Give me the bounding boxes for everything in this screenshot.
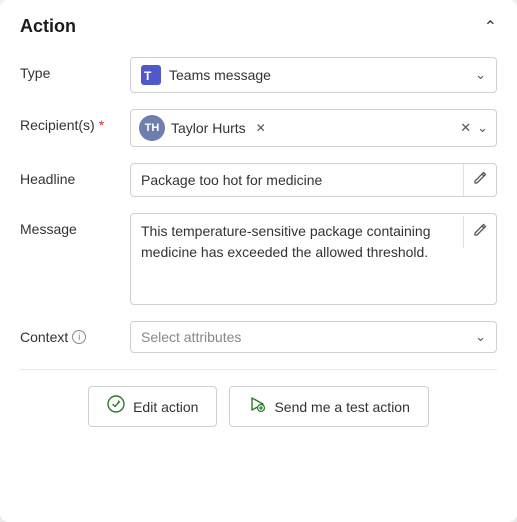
action-card: Action ⌃ Type T Teams message ⌄ Recipien… — [0, 0, 517, 522]
headline-input[interactable] — [131, 165, 463, 195]
recipients-label: Recipient(s) * — [20, 109, 130, 133]
recipients-row: Recipient(s) * TH Taylor Hurts ✕ ✕ ⌄ — [20, 109, 497, 147]
type-select-left: T Teams message — [141, 65, 271, 85]
test-action-label: Send me a test action — [274, 399, 409, 415]
teams-icon: T — [141, 65, 161, 85]
type-control: T Teams message ⌄ — [130, 57, 497, 93]
message-row: Message — [20, 213, 497, 305]
recipients-clear-icon[interactable]: ✕ — [460, 120, 471, 136]
context-placeholder: Select attributes — [141, 329, 241, 345]
recipient-controls: ✕ ⌄ — [460, 120, 488, 136]
type-label: Type — [20, 57, 130, 81]
message-edit-icon[interactable] — [463, 216, 496, 248]
context-control: Select attributes ⌄ — [130, 321, 497, 353]
card-header: Action ⌃ — [20, 16, 497, 37]
message-textarea-wrap — [130, 213, 497, 305]
headline-input-wrap — [130, 163, 497, 197]
context-chevron-icon: ⌄ — [475, 329, 486, 345]
test-action-icon — [248, 395, 266, 418]
collapse-icon[interactable]: ⌃ — [484, 17, 497, 37]
edit-action-button[interactable]: Edit action — [88, 386, 217, 427]
message-label: Message — [20, 213, 130, 237]
svg-text:T: T — [144, 69, 152, 83]
recipient-name: Taylor Hurts — [171, 120, 246, 136]
recipients-control: TH Taylor Hurts ✕ ✕ ⌄ — [130, 109, 497, 147]
headline-label: Headline — [20, 163, 130, 187]
edit-action-label: Edit action — [133, 399, 198, 415]
recipients-chevron-icon[interactable]: ⌄ — [477, 120, 488, 136]
context-label: Context i — [20, 321, 130, 345]
type-chevron-icon: ⌄ — [475, 67, 486, 83]
edit-action-icon — [107, 395, 125, 418]
required-star: * — [99, 117, 104, 133]
type-row: Type T Teams message ⌄ — [20, 57, 497, 93]
headline-row: Headline — [20, 163, 497, 197]
recipient-remove-icon[interactable]: ✕ — [256, 121, 266, 135]
action-buttons: Edit action Send me a test action — [20, 386, 497, 427]
recipients-box[interactable]: TH Taylor Hurts ✕ ✕ ⌄ — [130, 109, 497, 147]
type-select[interactable]: T Teams message ⌄ — [130, 57, 497, 93]
headline-edit-icon[interactable] — [463, 164, 496, 196]
headline-control — [130, 163, 497, 197]
card-title: Action — [20, 16, 76, 37]
divider — [20, 369, 497, 370]
recipient-avatar: TH — [139, 115, 165, 141]
context-select[interactable]: Select attributes ⌄ — [130, 321, 497, 353]
context-info-icon[interactable]: i — [72, 330, 86, 344]
recipient-tag: TH Taylor Hurts ✕ — [139, 115, 266, 141]
test-action-button[interactable]: Send me a test action — [229, 386, 428, 427]
context-row: Context i Select attributes ⌄ — [20, 321, 497, 353]
message-control — [130, 213, 497, 305]
message-textarea[interactable] — [131, 214, 463, 304]
